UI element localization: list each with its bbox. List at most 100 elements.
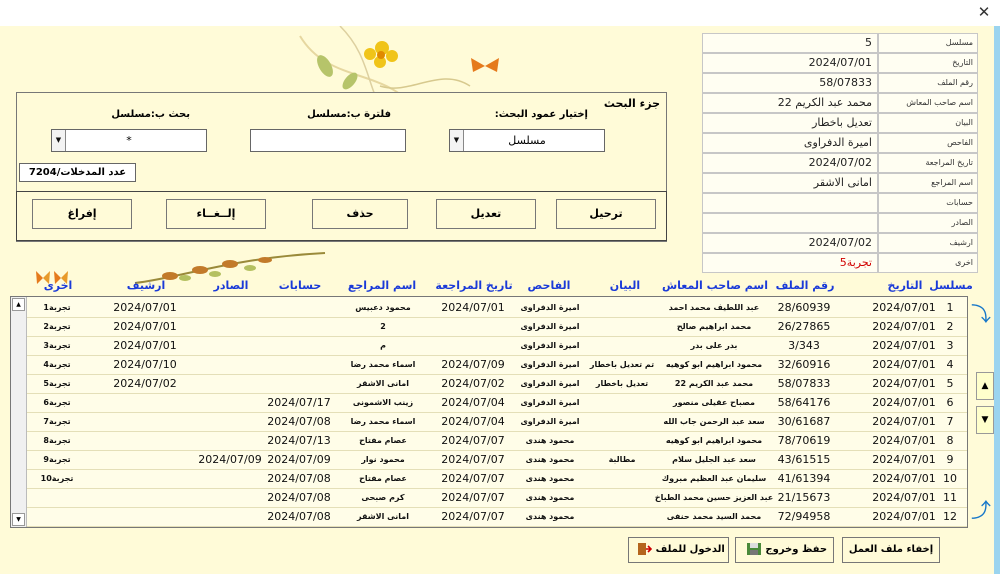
col-file-no[interactable]: رقم الملف (776, 279, 835, 292)
cell-date: 2024/07/01 (872, 320, 936, 333)
cell-review-date: 2024/07/04 (441, 396, 505, 409)
close-icon[interactable]: ✕ (974, 2, 994, 22)
cell-other: تجربة9 (43, 455, 71, 464)
chevron-down-icon[interactable]: ▼ (52, 130, 66, 151)
filter-input[interactable] (250, 129, 406, 152)
cell-examiner: اميرة الدفراوى (520, 303, 580, 312)
cell-date: 2024/07/01 (872, 339, 936, 352)
edit-button[interactable]: تعديل (436, 199, 536, 229)
cell-examiner: اميرة الدفراوى (520, 417, 580, 426)
cell-review-date: 2024/07/07 (441, 491, 505, 504)
window-edge (994, 26, 1000, 574)
accounts-field[interactable] (702, 193, 878, 213)
save-exit-button[interactable]: حفظ وخروج (735, 537, 834, 563)
cell-review-date: 2024/07/07 (441, 453, 505, 466)
cell-statement: تم تعديل باخطار (589, 360, 655, 369)
col-archive[interactable]: ارشيف (127, 279, 166, 292)
flower-icon (364, 41, 398, 68)
info-row-other: تجربة5 اخرى (702, 253, 978, 273)
cell-pensioner: عبد اللطيف محمد احمد (668, 303, 760, 312)
next-record-button[interactable]: ▼ (976, 406, 994, 434)
col-review-date[interactable]: تاريخ المراجعة (435, 279, 512, 292)
vertical-scrollbar[interactable]: ▲ ▼ (11, 297, 27, 527)
examiner-field[interactable]: اميرة الدفراوى (702, 133, 878, 153)
reviewer-field[interactable]: امانى الاشقر (702, 173, 878, 193)
cell-serial: 10 (943, 472, 957, 485)
previous-record-button[interactable]: ▲ (976, 372, 994, 400)
cell-date: 2024/07/01 (872, 491, 936, 504)
cell-accounts: 2024/07/13 (267, 434, 331, 447)
archive-field[interactable]: 2024/07/02 (702, 233, 878, 253)
cell-other: تجربة8 (43, 436, 71, 445)
cell-review-date: 2024/07/07 (441, 472, 505, 485)
post-button[interactable]: ترحيل (556, 199, 656, 229)
cell-date: 2024/07/01 (872, 434, 936, 447)
col-statement[interactable]: البيان (610, 279, 640, 292)
filter-label: فلترة ب:مسلسل (307, 109, 391, 120)
cell-reviewer: اسماء محمد رضا (350, 417, 416, 426)
info-row-reviewer: امانى الاشقر اسم المراجع (702, 173, 978, 193)
cell-outgoing: 2024/07/09 (198, 453, 262, 466)
cell-serial: 6 (946, 396, 954, 409)
cell-reviewer: امانى الاشقر (357, 379, 409, 388)
info-row-serial: 5 مسلسل (702, 33, 978, 53)
cell-examiner: اميرة الدفراوى (520, 322, 580, 331)
clear-button[interactable]: إفراغ (32, 199, 132, 229)
serial-field[interactable]: 5 (702, 33, 878, 53)
col-outgoing[interactable]: الصادر (214, 279, 249, 292)
save-icon (746, 543, 761, 555)
search-input[interactable]: ▼ * (51, 129, 207, 152)
cell-date: 2024/07/01 (872, 510, 936, 523)
cell-file-no: 30/61687 (777, 415, 831, 428)
archive-label: ارشيف (878, 233, 978, 253)
outgoing-field[interactable] (702, 213, 878, 233)
other-field[interactable]: تجربة5 (702, 253, 878, 273)
info-row-pensioner: محمد عبد الكريم 22 اسم صاحب المعاش (702, 93, 978, 113)
col-accounts[interactable]: حسابات (279, 279, 322, 292)
cell-reviewer: م (380, 341, 386, 350)
file-no-field[interactable]: 58/07833 (702, 73, 878, 93)
info-row-statement: تعديل باخطار البيان (702, 113, 978, 133)
col-reviewer[interactable]: اسم المراجع (348, 279, 416, 292)
review-date-field[interactable]: 2024/07/02 (702, 153, 878, 173)
records-table[interactable]: ▲ ▼ 1 2024/07/01 28/60939 عبد اللطيف محمد ا… (10, 296, 968, 528)
cell-examiner: اميرة الدفراوى (520, 360, 580, 369)
cell-archive: 2024/07/01 (113, 301, 177, 314)
cell-examiner: اميرة الدفراوى (520, 398, 580, 407)
cell-examiner: محمود هندى (525, 493, 575, 502)
cell-date: 2024/07/01 (872, 301, 936, 314)
enter-file-button[interactable]: الدخول للملف (628, 537, 729, 563)
enter-file-label: الدخول للملف (655, 544, 725, 555)
col-serial[interactable]: مسلسل (929, 279, 973, 292)
cell-statement: مطالبة (608, 455, 636, 464)
col-other[interactable]: اخرى (44, 279, 73, 292)
last-record-icon[interactable]: ⤴ (970, 496, 992, 526)
col-examiner[interactable]: الفاحص (528, 279, 571, 292)
title-bar: ✕ (0, 0, 1000, 26)
cell-accounts: 2024/07/09 (267, 453, 331, 466)
search-column-select[interactable]: ▼ مسلسل (449, 129, 605, 152)
chevron-down-icon[interactable]: ▼ (450, 130, 464, 151)
cell-file-no: 78/70619 (777, 434, 831, 447)
cell-date: 2024/07/01 (872, 377, 936, 390)
cell-file-no: 58/07833 (777, 377, 831, 390)
cell-other: تجربة5 (43, 379, 71, 388)
first-record-icon[interactable]: ⤵ (970, 300, 992, 330)
delete-button[interactable]: حذف (312, 199, 408, 229)
pensioner-field[interactable]: محمد عبد الكريم 22 (702, 93, 878, 113)
cell-serial: 5 (946, 377, 954, 390)
scroll-down-icon[interactable]: ▼ (12, 513, 25, 526)
scroll-up-icon[interactable]: ▲ (12, 298, 25, 311)
col-pensioner[interactable]: اسم صاحب المعاش (662, 279, 768, 292)
statement-field[interactable]: تعديل باخطار (702, 113, 878, 133)
date-field[interactable]: 2024/07/01 (702, 53, 878, 73)
hide-work-file-button[interactable]: إخفاء ملف العمل (842, 537, 940, 563)
cell-pensioner: محمود ابراهيم ابو كوهيه (665, 436, 763, 445)
cell-archive: 2024/07/02 (113, 377, 177, 390)
search-column-value: مسلسل (508, 134, 546, 147)
cell-statement: تعديل باخطار (595, 379, 649, 388)
col-date[interactable]: التاريخ (888, 279, 923, 292)
search-by-label: بحث ب:مسلسل (111, 109, 190, 120)
cell-pensioner: سعد عبد الرحمن جاب الله (663, 417, 765, 426)
cancel-button[interactable]: إلــغــاء (166, 199, 266, 229)
